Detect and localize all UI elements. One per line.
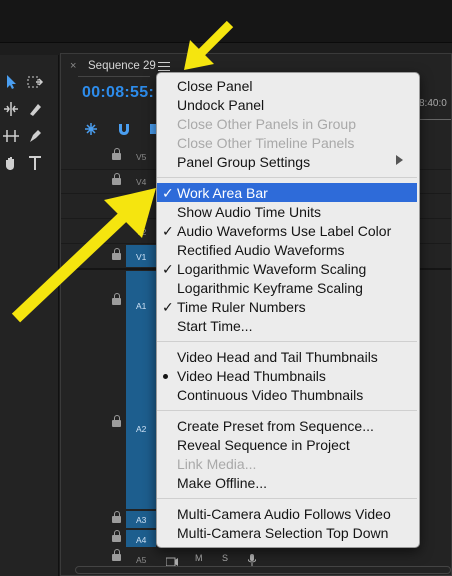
menu-item-start-time[interactable]: Start Time... — [177, 317, 252, 335]
menu-item-continuous-video-thumbnails[interactable]: Continuous Video Thumbnails — [177, 386, 363, 404]
annotation-arrow-icon — [11, 188, 156, 323]
lock-icon[interactable] — [112, 173, 122, 186]
ripple-edit-tool-icon[interactable] — [2, 100, 20, 118]
menu-item-close-panel[interactable]: Close Panel — [177, 77, 253, 95]
ruler-time-label: 8:40:0 — [419, 98, 447, 109]
checkmark-icon: ✓ — [162, 299, 174, 315]
lock-icon[interactable] — [112, 549, 122, 562]
menu-item-show-audio-time-units[interactable]: Show Audio Time Units — [177, 203, 321, 221]
menu-item-close-other-timeline-panels: Close Other Timeline Panels — [177, 135, 355, 151]
lock-icon[interactable] — [112, 511, 122, 524]
menu-item-reveal-sequence[interactable]: Reveal Sequence in Project — [177, 436, 350, 454]
mute-button[interactable]: M — [195, 553, 203, 563]
menu-item-undock-panel[interactable]: Undock Panel — [177, 96, 264, 114]
menu-separator — [157, 177, 417, 178]
lock-icon[interactable] — [112, 530, 122, 543]
menu-item-video-head-thumbnails[interactable]: Video Head Thumbnails — [177, 367, 326, 385]
tab-close-icon[interactable]: × — [70, 60, 76, 72]
solo-button[interactable]: S — [222, 553, 228, 563]
menu-item-video-head-tail-thumbnails[interactable]: Video Head and Tail Thumbnails — [177, 348, 378, 366]
type-tool-icon[interactable] — [26, 154, 44, 172]
menu-item-close-other-panels: Close Other Panels in Group — [177, 116, 356, 132]
radio-bullet-icon — [163, 374, 168, 379]
tab-underline — [78, 76, 150, 77]
menu-item-work-area-bar[interactable]: Work Area Bar — [177, 184, 268, 202]
track-label[interactable]: A3 — [136, 515, 146, 525]
menu-separator — [157, 410, 417, 411]
menu-item-audio-waveforms-label-color[interactable]: Audio Waveforms Use Label Color — [177, 222, 391, 240]
menu-separator — [157, 341, 417, 342]
menu-item-create-preset[interactable]: Create Preset from Sequence... — [177, 417, 374, 435]
track-select-tool-icon[interactable] — [26, 73, 44, 91]
checkmark-icon: ✓ — [162, 223, 174, 239]
razor-tool-icon[interactable] — [26, 100, 44, 118]
track-label[interactable]: V5 — [136, 152, 146, 162]
menu-item-multicam-audio[interactable]: Multi-Camera Audio Follows Video — [177, 505, 391, 523]
slip-tool-icon[interactable] — [2, 127, 20, 145]
track-label[interactable]: A2 — [136, 424, 146, 434]
time-ruler[interactable] — [419, 113, 451, 120]
menu-item-logarithmic-waveform-scaling[interactable]: Logarithmic Waveform Scaling — [177, 260, 366, 278]
checkmark-icon: ✓ — [162, 261, 174, 277]
menu-item-logarithmic-keyframe-scaling[interactable]: Logarithmic Keyframe Scaling — [177, 279, 363, 297]
menu-item-rectified-audio-waveforms[interactable]: Rectified Audio Waveforms — [177, 241, 345, 259]
hand-tool-icon[interactable] — [2, 154, 20, 172]
lock-icon[interactable] — [112, 148, 122, 161]
annotation-arrow-icon — [184, 20, 234, 70]
checkmark-icon: ✓ — [162, 185, 174, 201]
selection-tool-icon[interactable] — [2, 73, 20, 91]
menu-separator — [157, 498, 417, 499]
playhead-timecode[interactable]: 00:08:55: — [82, 84, 154, 102]
sequence-tab-title[interactable]: Sequence 29 — [88, 60, 156, 72]
pen-tool-icon[interactable] — [26, 127, 44, 145]
lock-icon[interactable] — [112, 415, 122, 428]
menu-item-make-offline[interactable]: Make Offline... — [177, 474, 267, 492]
menu-item-link-media: Link Media... — [177, 456, 257, 472]
track-label[interactable]: A4 — [136, 535, 146, 545]
menu-item-time-ruler-numbers[interactable]: Time Ruler Numbers — [177, 298, 306, 316]
menu-item-panel-group-settings[interactable]: Panel Group Settings — [177, 153, 310, 171]
horizontal-scrollbar[interactable] — [75, 566, 451, 574]
track-label[interactable]: A5 — [136, 555, 146, 565]
submenu-arrow-icon — [396, 155, 403, 165]
menu-item-multicam-selection[interactable]: Multi-Camera Selection Top Down — [177, 524, 388, 542]
snap-icon[interactable] — [117, 122, 131, 139]
nest-toggle-icon[interactable] — [84, 122, 98, 139]
